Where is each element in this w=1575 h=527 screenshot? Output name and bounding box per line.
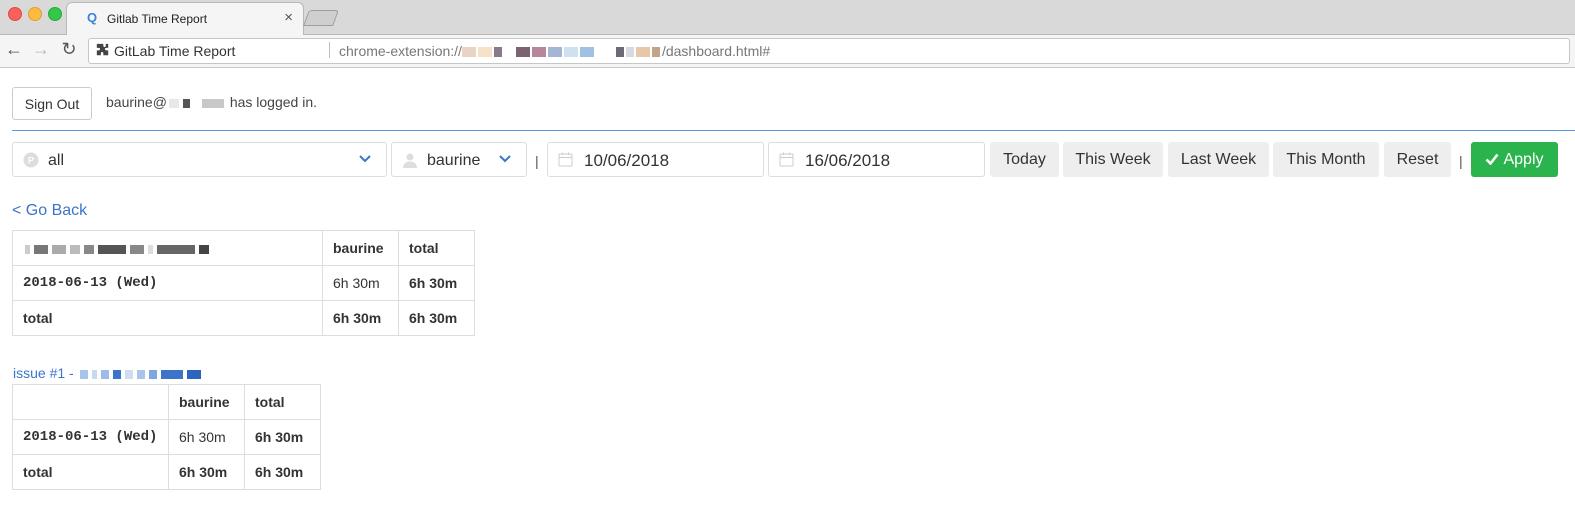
project-select-value: all — [48, 152, 65, 169]
tab-title: Gitlab Time Report — [107, 12, 208, 26]
svg-text:P: P — [28, 156, 34, 166]
table-header-user: baurine — [168, 384, 245, 420]
project-time-table: baurine total 2018-06-13 (Wed) 6h 30m 6h… — [12, 230, 475, 336]
start-date-input[interactable]: 10/06/2018 — [547, 142, 764, 177]
row-date-label: 2018-06-13 (Wed) — [12, 419, 169, 455]
start-date-value: 10/06/2018 — [584, 151, 670, 170]
check-icon — [1486, 153, 1500, 165]
browser-tab-bar: Q Gitlab Time Report × — [0, 0, 1575, 35]
login-suffix: has logged in. — [229, 94, 317, 110]
project-name-header — [12, 230, 323, 266]
calendar-icon — [558, 152, 573, 172]
end-date-input[interactable]: 16/06/2018 — [768, 142, 985, 177]
address-separator — [329, 42, 330, 58]
row-date-label: 2018-06-13 (Wed) — [12, 265, 323, 301]
new-tab-button[interactable] — [303, 10, 339, 26]
back-arrow-icon[interactable]: ← — [3, 39, 25, 60]
filter-separator: | — [1459, 153, 1463, 169]
table-header-total: total — [244, 384, 321, 420]
site-name: GitLab Time Report — [114, 43, 236, 59]
window-maximize-button[interactable] — [48, 7, 62, 21]
chevron-down-icon — [498, 151, 512, 168]
window-close-button[interactable] — [8, 7, 22, 21]
table-row: 2018-06-13 (Wed) 6h 30m 6h 30m — [12, 265, 475, 301]
user-select[interactable]: baurine — [391, 142, 527, 177]
today-button[interactable]: Today — [990, 142, 1059, 177]
table-header-row: baurine total — [12, 230, 475, 266]
extension-puzzle-icon — [96, 43, 109, 59]
tab-favicon-icon: Q — [87, 10, 98, 25]
login-user: baurine@ — [106, 94, 167, 110]
browser-toolbar: ← → ↻ GitLab Time Report chrome-extensio… — [0, 35, 1575, 68]
address-bar[interactable]: GitLab Time Report chrome-extension:// /d… — [88, 38, 1570, 64]
apply-button[interactable]: Apply — [1471, 142, 1558, 177]
forward-arrow-icon[interactable]: → — [30, 39, 52, 60]
login-status: baurine@ has logged in. — [106, 94, 317, 110]
issue-link[interactable]: issue #1 - — [13, 365, 203, 381]
url-text: chrome-extension:// /dashboard.html# — [339, 43, 770, 59]
sign-out-button[interactable]: Sign Out — [12, 87, 92, 120]
filter-separator: | — [535, 153, 539, 169]
row-user-time: 6h 30m — [168, 419, 245, 455]
this-week-button[interactable]: This Week — [1063, 142, 1163, 177]
end-date-value: 16/06/2018 — [805, 151, 891, 170]
row-user-time: 6h 30m — [168, 454, 245, 490]
this-month-button[interactable]: This Month — [1273, 142, 1379, 177]
row-total-time: 6h 30m — [244, 454, 321, 490]
tab-close-icon[interactable]: × — [284, 9, 293, 26]
go-back-link[interactable]: < Go Back — [12, 202, 87, 220]
url-suffix: /dashboard.html# — [661, 43, 771, 59]
table-row: total 6h 30m 6h 30m — [12, 454, 321, 490]
user-icon — [402, 152, 418, 168]
row-total-time: 6h 30m — [244, 419, 321, 455]
apply-label: Apply — [1503, 150, 1544, 168]
browser-tab[interactable]: Q Gitlab Time Report × — [66, 2, 304, 35]
issue-empty-header — [12, 384, 169, 420]
reset-button[interactable]: Reset — [1384, 142, 1451, 177]
row-total-time: 6h 30m — [398, 265, 475, 301]
row-user-time: 6h 30m — [322, 265, 399, 301]
chevron-down-icon — [358, 151, 372, 168]
user-select-value: baurine — [427, 152, 481, 169]
url-prefix: chrome-extension:// — [339, 43, 462, 59]
issue-link-text: issue #1 - — [13, 365, 74, 381]
table-row: total 6h 30m 6h 30m — [12, 300, 475, 336]
row-total-label: total — [12, 300, 323, 336]
row-user-time: 6h 30m — [322, 300, 399, 336]
table-header-total: total — [398, 230, 475, 266]
issue-time-table: baurine total 2018-06-13 (Wed) 6h 30m 6h… — [12, 384, 321, 490]
header-divider — [12, 130, 1575, 131]
last-week-button[interactable]: Last Week — [1168, 142, 1269, 177]
calendar-icon — [779, 152, 794, 172]
project-select[interactable]: P all — [12, 142, 387, 177]
table-header-row: baurine total — [12, 384, 321, 420]
row-total-time: 6h 30m — [398, 300, 475, 336]
project-icon: P — [23, 152, 39, 168]
window-minimize-button[interactable] — [28, 7, 42, 21]
row-total-label: total — [12, 454, 169, 490]
table-header-user: baurine — [322, 230, 399, 266]
reload-icon[interactable]: ↻ — [58, 39, 80, 60]
table-row: 2018-06-13 (Wed) 6h 30m 6h 30m — [12, 419, 321, 455]
